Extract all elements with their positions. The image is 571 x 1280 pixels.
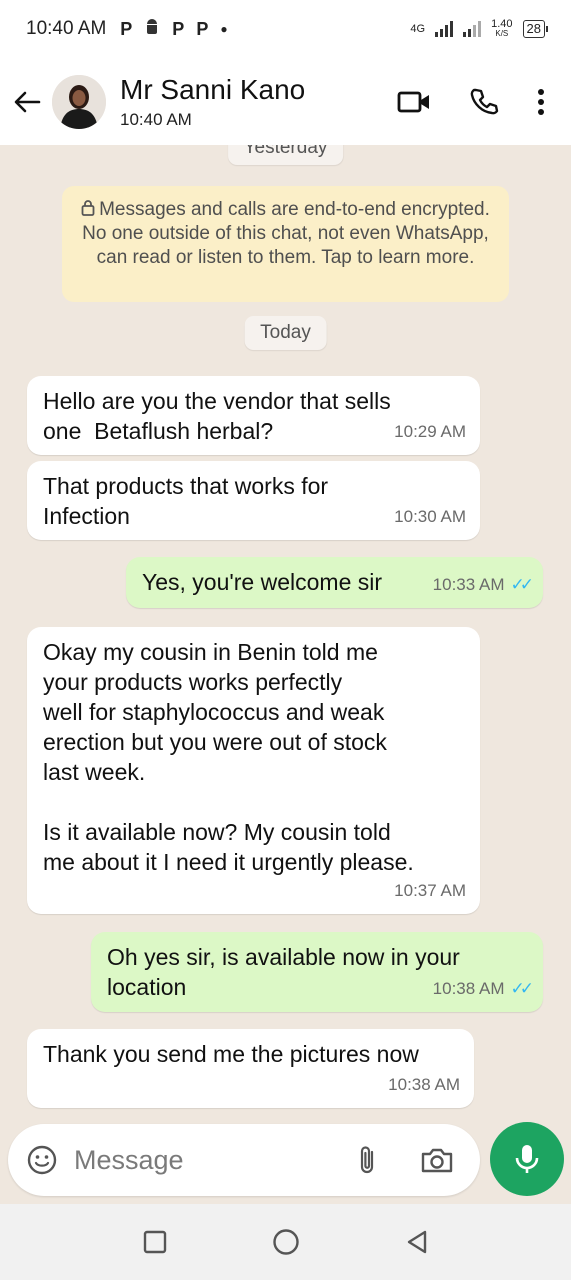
video-call-icon[interactable] [397,89,431,115]
status-time: 10:40 AM [26,18,107,39]
net-speed: 1.40 [491,18,513,30]
battery-icon: 28 [522,20,549,38]
back-button[interactable] [2,90,52,114]
notification-p-icon: P [196,18,209,39]
voice-message-button[interactable] [490,1122,564,1196]
message-composer[interactable]: Message [8,1124,480,1196]
microphone-icon [515,1145,539,1173]
recent-apps-icon[interactable] [143,1230,167,1254]
system-nav-bar [0,1204,571,1280]
message-incoming[interactable]: That products that works for Infection 1… [27,461,480,540]
contact-info[interactable]: Mr Sanni Kano 10:40 AM [120,74,305,130]
chat-area[interactable]: Yesterday Messages and calls are end-to-… [0,145,571,1123]
camera-icon[interactable] [420,1146,454,1174]
date-pill-today: Today [244,316,327,350]
signal-icon [463,21,482,37]
message-incoming[interactable]: Okay my cousin in Benin told me your pro… [27,627,480,914]
date-pill-yesterday: Yesterday [227,145,344,165]
message-outgoing[interactable]: Oh yes sir, is available now in your loc… [91,932,543,1012]
message-time: 10:37 AM [394,881,466,900]
message-input[interactable]: Message [74,1145,184,1176]
more-notifications-dot-icon: ● [220,22,228,36]
avatar[interactable] [52,74,106,129]
contact-name: Mr Sanni Kano [120,73,306,105]
lock-icon [81,200,95,216]
message-text: Okay my cousin in Benin told me your pro… [43,639,414,875]
read-ticks-icon: ✓✓ [510,979,534,998]
message-outgoing[interactable]: Yes, you're welcome sir 10:33 AM ✓✓ [126,557,543,608]
signal-icon [435,21,454,37]
status-bar: 10:40 AM P P P ● 4G 1.40 K/S 28 [0,0,571,58]
message-time: 10:30 AM [394,507,466,526]
message-time: 10:33 AM [432,575,505,594]
message-incoming[interactable]: Thank you send me the pictures now 10:38… [27,1029,474,1108]
attach-icon[interactable] [356,1144,378,1176]
nav-back-icon[interactable] [405,1229,429,1255]
android-icon [144,18,160,41]
emoji-icon[interactable] [26,1144,58,1176]
net-speed-unit: K/S [495,29,509,38]
network-type: 4G [410,23,426,35]
message-time: 10:38 AM [432,979,505,998]
message-time: 10:29 AM [394,422,466,441]
voice-call-icon[interactable] [469,87,499,117]
back-arrow-icon [14,91,41,112]
home-icon[interactable] [272,1228,300,1256]
more-options-icon[interactable] [537,88,545,116]
encryption-text: Messages and calls are end-to-end encryp… [82,199,490,268]
encryption-notice[interactable]: Messages and calls are end-to-end encryp… [62,186,509,302]
message-text: Thank you send me the pictures now [43,1041,419,1067]
read-ticks-icon: ✓✓ [510,575,534,594]
message-time: 10:38 AM [388,1075,460,1094]
notification-p-icon: P [172,18,185,39]
notification-p-icon: P [120,18,133,39]
chat-header: Mr Sanni Kano 10:40 AM [0,58,571,145]
last-seen: 10:40 AM [120,109,192,129]
message-incoming[interactable]: Hello are you the vendor that sells one … [27,376,480,455]
